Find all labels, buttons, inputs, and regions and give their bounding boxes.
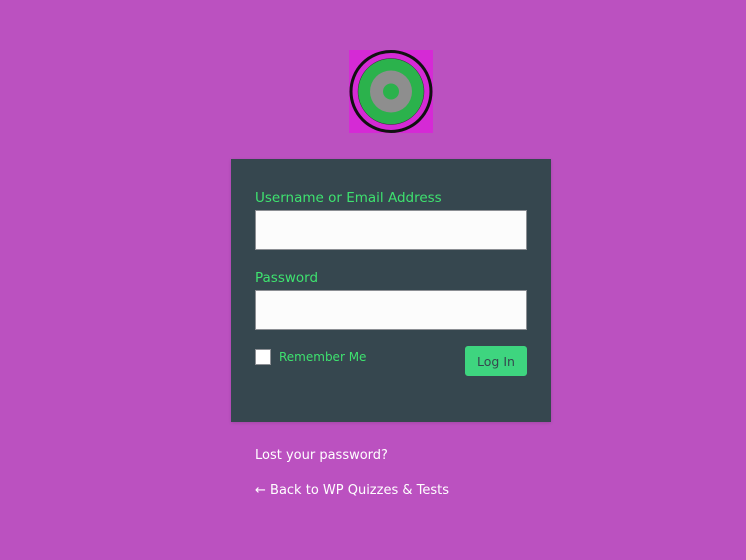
remember-me-checkbox[interactable] (255, 349, 271, 365)
password-input[interactable] (255, 290, 527, 330)
password-label: Password (255, 270, 319, 286)
username-label: Username or Email Address (255, 190, 442, 206)
username-input[interactable] (255, 210, 527, 250)
remember-me: Remember Me (255, 349, 366, 365)
logo-center-dot (383, 83, 399, 100)
login-form: Username or Email Address Password Remem… (231, 159, 551, 422)
site-logo-icon[interactable] (349, 50, 433, 133)
remember-me-label[interactable]: Remember Me (279, 350, 366, 364)
back-to-site-link[interactable]: ← Back to WP Quizzes & Tests (255, 483, 449, 498)
lost-password-link[interactable]: Lost your password? (255, 448, 388, 463)
login-button[interactable]: Log In (465, 346, 527, 376)
